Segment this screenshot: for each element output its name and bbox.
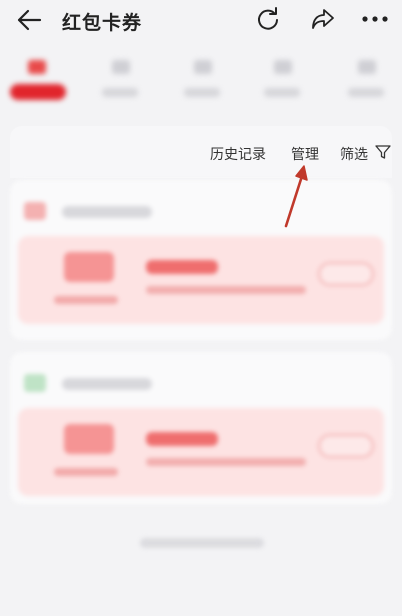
tab[interactable]	[90, 56, 150, 108]
coupon-amount-blurred	[64, 252, 114, 282]
tab-label-blurred	[184, 88, 220, 97]
tab-active[interactable]	[6, 56, 66, 108]
more-icon[interactable]	[360, 8, 390, 30]
coupon-condition-blurred	[54, 468, 118, 476]
back-arrow-icon[interactable]	[16, 8, 42, 32]
tab[interactable]	[252, 56, 312, 108]
tab-label-blurred	[102, 88, 138, 97]
coupon-name-blurred	[146, 260, 218, 274]
coupon-source-label-blurred	[62, 378, 152, 390]
coupon-source-icon	[24, 374, 46, 392]
category-tabs	[0, 46, 402, 118]
tab[interactable]	[336, 56, 396, 108]
tab-icon	[112, 60, 130, 74]
top-app-bar: 红包卡券	[0, 0, 402, 40]
coupon-card	[10, 352, 392, 504]
share-icon[interactable]	[310, 6, 336, 32]
list-end-note-blurred	[140, 538, 264, 548]
page-title: 红包卡券	[62, 12, 143, 34]
coupon-desc-blurred	[146, 286, 306, 294]
coupon-use-button[interactable]	[318, 434, 374, 458]
coupon-item[interactable]	[18, 236, 384, 324]
coupon-item[interactable]	[18, 408, 384, 496]
coupon-amount-blurred	[64, 424, 114, 454]
tab-icon	[358, 60, 376, 74]
coupon-source-icon	[24, 202, 46, 220]
tab-label-blurred	[348, 88, 384, 97]
coupon-card	[10, 180, 392, 340]
filter-icon[interactable]	[375, 144, 391, 160]
refresh-icon[interactable]	[255, 6, 281, 32]
coupon-condition-blurred	[54, 296, 118, 304]
tab[interactable]	[172, 56, 232, 108]
tab-label-blurred	[10, 84, 66, 100]
coupon-use-button[interactable]	[318, 262, 374, 286]
filter-button[interactable]: 筛选	[340, 144, 368, 164]
coupon-source-label-blurred	[62, 206, 152, 218]
tab-icon	[28, 60, 46, 74]
manage-button[interactable]: 管理	[291, 144, 319, 164]
list-toolbar: 历史记录 管理 筛选	[10, 126, 392, 178]
tab-label-blurred	[264, 88, 300, 97]
tab-icon	[194, 60, 212, 74]
coupon-name-blurred	[146, 432, 218, 446]
tab-icon	[274, 60, 292, 74]
history-button[interactable]: 历史记录	[210, 144, 266, 164]
coupon-desc-blurred	[146, 458, 306, 466]
